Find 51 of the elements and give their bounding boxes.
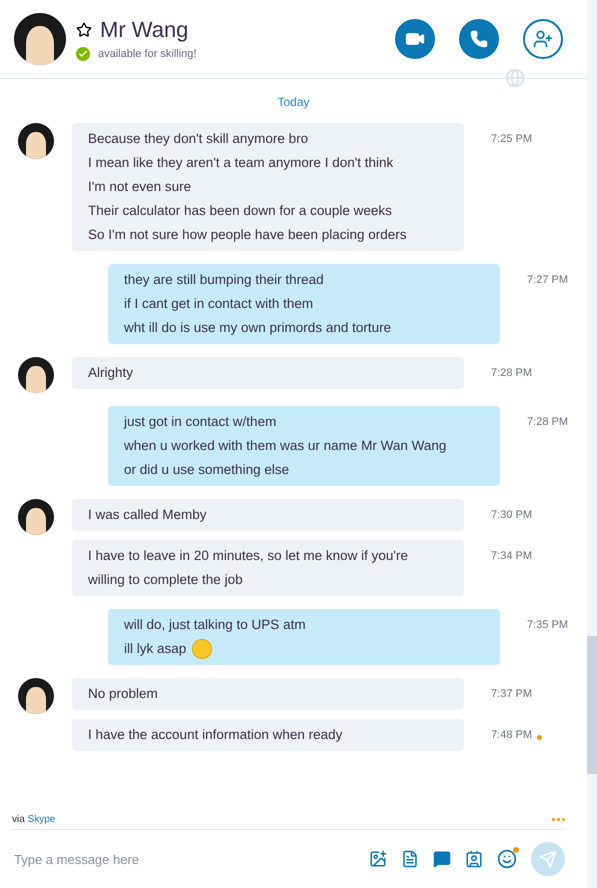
message-time: 7:30 PM bbox=[490, 508, 532, 521]
contact-avatar bbox=[14, 13, 66, 65]
sender-avatar bbox=[18, 678, 54, 714]
add-contact-button[interactable] bbox=[523, 19, 563, 59]
message-text: I was called Memby bbox=[88, 506, 207, 524]
message-text: ill lyk asap bbox=[124, 640, 186, 658]
message-time: 7:35 PM bbox=[526, 618, 568, 631]
status-message: available for skilling! bbox=[98, 48, 196, 60]
contact-name: Mr Wang bbox=[100, 17, 188, 43]
paper-plane-icon bbox=[539, 850, 557, 868]
emoticon-icon[interactable] bbox=[497, 849, 517, 869]
sender-avatar bbox=[18, 357, 54, 393]
message-time: 7:34 PM bbox=[490, 549, 532, 562]
message-text: Because they don't skill anymore bro bbox=[88, 130, 308, 148]
online-status-icon bbox=[76, 47, 90, 61]
message-time: 7:27 PM bbox=[526, 273, 568, 286]
message-text: No problem bbox=[88, 685, 158, 703]
message-time: 7:25 PM bbox=[490, 132, 532, 145]
message-text: they are still bumping their thread bbox=[124, 271, 324, 289]
sender-avatar bbox=[18, 499, 54, 535]
unread-dot-icon bbox=[537, 735, 542, 740]
favorite-star-icon[interactable] bbox=[76, 22, 92, 38]
scrollbar[interactable] bbox=[587, 0, 597, 888]
message-text: just got in contact w/them bbox=[124, 413, 276, 431]
message-text: when u worked with them was ur name Mr Wan Wang bbox=[124, 437, 446, 455]
phone-icon bbox=[470, 30, 488, 48]
skype-link[interactable]: Skype bbox=[28, 814, 56, 825]
message-text: I have the account information when ready bbox=[88, 726, 342, 744]
add-person-icon bbox=[533, 29, 553, 49]
message-text: Alrighty bbox=[88, 364, 134, 382]
message-time: 7:28 PM bbox=[490, 366, 532, 379]
send-file-icon[interactable] bbox=[401, 850, 419, 868]
message-text: I'm not even sure bbox=[88, 178, 192, 196]
send-image-icon[interactable] bbox=[369, 850, 387, 868]
message-text: or did u use something else bbox=[124, 461, 290, 479]
message-text: Their calculator has been down for a couple weeks bbox=[88, 202, 392, 220]
sender-avatar bbox=[18, 123, 54, 159]
message-text: wht ill do is use my own primords and torture bbox=[124, 319, 392, 337]
message-text: will do, just talking to UPS atm bbox=[124, 616, 306, 634]
video-call-button[interactable] bbox=[395, 19, 435, 59]
message-time: 7:48 PM bbox=[490, 728, 532, 741]
message-time: 7:28 PM bbox=[526, 415, 568, 428]
message-time: 7:37 PM bbox=[490, 687, 532, 700]
message-text: if I cant get in contact with them bbox=[124, 295, 314, 313]
contact-card-icon[interactable] bbox=[465, 850, 483, 868]
message-text: I have to leave in 20 minutes, so let me know if you're willing to complete the job bbox=[88, 547, 409, 589]
via-label: via Skype bbox=[12, 814, 56, 825]
day-separator: Today bbox=[277, 95, 310, 109]
message-text: I mean like they aren't a team anymore I don't think bbox=[88, 154, 394, 172]
call-button[interactable] bbox=[459, 19, 499, 59]
message-text: So I'm not sure how people have been placing orders bbox=[88, 226, 407, 244]
